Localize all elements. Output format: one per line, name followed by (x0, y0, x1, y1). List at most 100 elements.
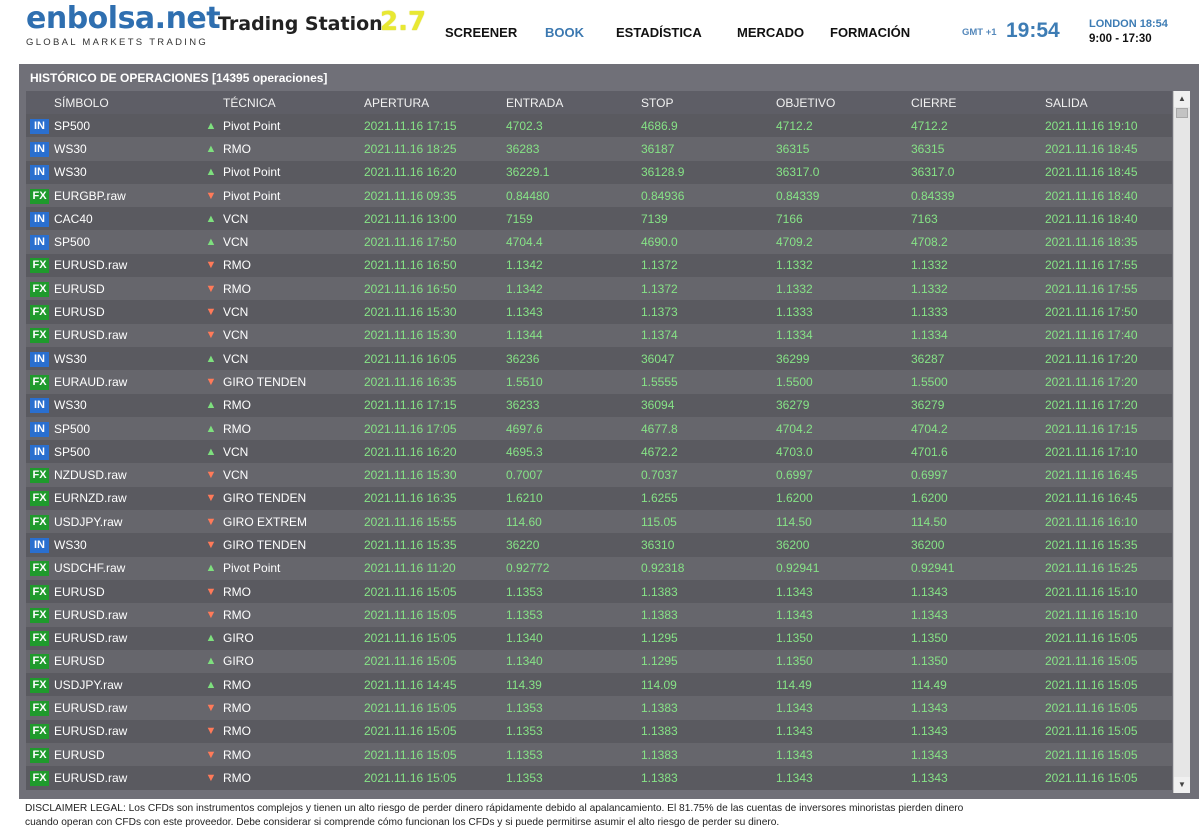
scroll-down-icon[interactable]: ▼ (1174, 777, 1190, 793)
table-row[interactable]: FX NZDUSD.raw ▼ VCN 2021.11.16 15:30 0.7007 0.… (26, 463, 1172, 487)
operations-table: SÍMBOLO TÉCNICA APERTURA ENTRADA STOP OB… (26, 91, 1172, 790)
stop-cell: 1.6255 (641, 486, 776, 511)
col-stop[interactable]: STOP (641, 91, 776, 114)
table-row[interactable]: IN SP500 ▲ VCN 2021.11.16 17:50 4704.4 4690.0 4… (26, 230, 1172, 254)
target-cell: 36200 (776, 533, 911, 557)
table-row[interactable]: FX EURUSD.raw ▼ RMO 2021.11.16 15:05 1.1353 1.… (26, 696, 1172, 720)
table-row[interactable]: IN WS30 ▲ VCN 2021.11.16 16:05 36236 36047 3629… (26, 346, 1172, 371)
table-row[interactable]: IN WS30 ▲ RMO 2021.11.16 17:15 36233 36094 3627… (26, 393, 1172, 417)
entry-cell: 36220 (506, 533, 641, 557)
table-row[interactable]: IN SP500 ▲ VCN 2021.11.16 16:20 4695.3 4672.2 4… (26, 440, 1172, 464)
direction-cell: ▲ (199, 556, 223, 580)
symbol-cell: WS30 (54, 346, 199, 371)
vertical-scrollbar[interactable]: ▲ ▼ (1173, 91, 1190, 793)
exit-cell: 2021.11.16 18:35 (1045, 230, 1172, 254)
direction-cell: ▲ (199, 114, 223, 138)
stop-cell: 1.1383 (641, 719, 776, 744)
nav-book[interactable]: BOOK (545, 25, 584, 40)
entry-cell: 1.1342 (506, 253, 641, 278)
type-cell: FX (26, 719, 54, 744)
table-row[interactable]: FX USDCHF.raw ▲ Pivot Point 2021.11.16 11:20… (26, 556, 1172, 580)
type-cell: IN (26, 440, 54, 464)
open-cell: 2021.11.16 15:05 (364, 603, 506, 627)
table-row[interactable]: FX USDJPY.raw ▲ RMO 2021.11.16 14:45 114.39 11… (26, 673, 1172, 697)
col-tech[interactable]: TÉCNICA (223, 91, 364, 114)
exit-cell: 2021.11.16 18:45 (1045, 160, 1172, 184)
technique-cell: VCN (223, 346, 364, 371)
col-exit[interactable]: SALIDA (1045, 91, 1172, 114)
table-row[interactable]: FX EURUSD ▼ RMO 2021.11.16 16:50 1.1342 1.1372… (26, 277, 1172, 301)
scroll-up-icon[interactable]: ▲ (1174, 91, 1190, 107)
triangle-down-icon: ▼ (205, 585, 217, 598)
table-row[interactable]: FX EURUSD ▲ GIRO 2021.11.16 15:05 1.1340 1.129… (26, 649, 1172, 674)
col-symbol[interactable]: SÍMBOLO (54, 91, 199, 114)
table-row[interactable]: FX EURUSD ▼ RMO 2021.11.16 15:05 1.1353 1.1383… (26, 743, 1172, 767)
target-cell: 36279 (776, 393, 911, 417)
technique-cell: GIRO TENDEN (223, 370, 364, 394)
technique-cell: GIRO TENDEN (223, 533, 364, 557)
exit-cell: 2021.11.16 17:50 (1045, 300, 1172, 324)
close-cell: 36279 (911, 393, 1045, 417)
table-row[interactable]: FX EURNZD.raw ▼ GIRO TENDEN 2021.11.16 16:35… (26, 486, 1172, 511)
close-cell: 36317.0 (911, 160, 1045, 184)
scroll-thumb[interactable] (1176, 108, 1188, 118)
entry-cell: 4704.4 (506, 230, 641, 254)
logo[interactable]: enbolsa.net (26, 2, 221, 36)
market-type-badge: FX (30, 188, 49, 204)
stop-cell: 1.1383 (641, 743, 776, 767)
entry-cell: 1.1353 (506, 696, 641, 720)
open-cell: 2021.11.16 18:25 (364, 137, 506, 161)
table-row[interactable]: FX EURUSD ▼ VCN 2021.11.16 15:30 1.1343 1.1373… (26, 300, 1172, 324)
nav-formacion[interactable]: FORMACIÓN (830, 25, 910, 40)
col-entry[interactable]: ENTRADA (506, 91, 641, 114)
entry-cell: 1.1344 (506, 323, 641, 347)
table-row[interactable]: FX EURUSD ▼ RMO 2021.11.16 15:05 1.1353 1.1383… (26, 579, 1172, 604)
table-row[interactable]: FX EURUSD.raw ▼ RMO 2021.11.16 16:50 1.1342 1.… (26, 253, 1172, 278)
table-row[interactable]: FX EURAUD.raw ▼ GIRO TENDEN 2021.11.16 16:35… (26, 370, 1172, 394)
nav-screener[interactable]: SCREENER (445, 25, 517, 40)
table-row[interactable]: IN CAC40 ▲ VCN 2021.11.16 13:00 7159 7139 7166 7… (26, 207, 1172, 231)
type-cell: FX (26, 510, 54, 534)
col-close[interactable]: CIERRE (911, 91, 1045, 114)
market-type-badge: FX (30, 258, 49, 274)
table-row[interactable]: IN WS30 ▼ GIRO TENDEN 2021.11.16 15:35 36220 3… (26, 533, 1172, 557)
open-cell: 2021.11.16 09:35 (364, 183, 506, 208)
direction-cell: ▼ (199, 719, 223, 744)
table-row[interactable]: FX EURUSD.raw ▲ GIRO 2021.11.16 15:05 1.1340 1… (26, 626, 1172, 650)
stop-cell: 1.1374 (641, 323, 776, 347)
technique-cell: RMO (223, 416, 364, 441)
nav-estadistica[interactable]: ESTADÍSTICA (616, 25, 702, 40)
target-cell: 1.1332 (776, 253, 911, 278)
col-target[interactable]: OBJETIVO (776, 91, 911, 114)
target-cell: 36299 (776, 346, 911, 371)
table-row[interactable]: FX USDJPY.raw ▼ GIRO EXTREM 2021.11.16 15:55… (26, 510, 1172, 534)
type-cell: FX (26, 300, 54, 324)
table-row[interactable]: IN WS30 ▲ Pivot Point 2021.11.16 16:20 36229.… (26, 160, 1172, 184)
open-cell: 2021.11.16 16:20 (364, 440, 506, 464)
entry-cell: 114.60 (506, 510, 641, 534)
table-row[interactable]: FX EURUSD.raw ▼ RMO 2021.11.16 15:05 1.1353 1.… (26, 603, 1172, 627)
open-cell: 2021.11.16 15:30 (364, 463, 506, 487)
table-row[interactable]: FX EURUSD.raw ▼ RMO 2021.11.16 15:05 1.1353 1.… (26, 719, 1172, 744)
table-row[interactable]: IN WS30 ▲ RMO 2021.11.16 18:25 36283 36187 3631… (26, 137, 1172, 161)
market-type-badge: IN (30, 165, 49, 181)
close-cell: 114.50 (911, 510, 1045, 534)
direction-cell: ▼ (199, 743, 223, 767)
technique-cell: Pivot Point (223, 183, 364, 208)
symbol-cell: EURGBP.raw (54, 183, 199, 208)
close-cell: 1.1343 (911, 603, 1045, 627)
symbol-cell: EURUSD.raw (54, 626, 199, 650)
table-row[interactable]: FX EURUSD.raw ▼ VCN 2021.11.16 15:30 1.1344 1.… (26, 323, 1172, 347)
col-open[interactable]: APERTURA (364, 91, 506, 114)
symbol-cell: USDCHF.raw (54, 556, 199, 580)
table-row[interactable]: FX EURUSD.raw ▼ RMO 2021.11.16 15:05 1.1353 1.… (26, 766, 1172, 790)
table-row[interactable]: FX EURGBP.raw ▼ Pivot Point 2021.11.16 09:35… (26, 183, 1172, 208)
nav-mercado[interactable]: MERCADO (737, 25, 804, 40)
market-type-badge: FX (30, 328, 49, 344)
type-cell: FX (26, 323, 54, 347)
gmt-label: GMT +1 (962, 27, 997, 38)
symbol-cell: SP500 (54, 416, 199, 441)
direction-cell: ▼ (199, 253, 223, 278)
table-row[interactable]: IN SP500 ▲ Pivot Point 2021.11.16 17:15 4702.… (26, 114, 1172, 138)
table-row[interactable]: IN SP500 ▲ RMO 2021.11.16 17:05 4697.6 4677.8 4… (26, 416, 1172, 441)
